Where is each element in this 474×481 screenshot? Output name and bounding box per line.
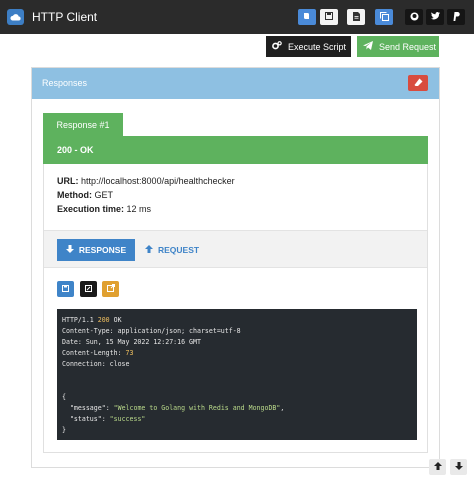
book-icon [303,12,311,22]
url-label: URL: [57,176,79,186]
status-text: OK [109,316,122,324]
file-button[interactable] [347,9,365,25]
execute-script-label: Execute Script [288,41,347,52]
scroll-up-button[interactable] [429,459,446,475]
response-code-block: HTTP/1.1 200 OK Content-Type: applicatio… [57,309,417,440]
responses-panel: Responses Response #1 200 - OK URL: http… [31,67,440,468]
view-tabs: RESPONSE REQUEST [44,230,427,268]
twitter-button[interactable] [426,9,444,25]
tab-response-label: RESPONSE [78,245,127,255]
arrow-down-icon [454,462,463,472]
file-icon [352,11,360,23]
code-status-line: HTTP/1.1 200 OK [62,315,412,326]
url-value: http://localhost:8000/api/healthchecker [81,176,235,186]
code-body-line: "message": "Welcome to Golang with Redis… [69,404,285,412]
json-value: "success" [109,415,146,423]
json-value: "Welcome to Golang with Redis and MongoD… [113,404,281,412]
header-value: 73 [121,349,134,357]
save-button[interactable] [320,9,338,25]
header-key: Date: [62,338,82,346]
send-request-button[interactable]: Send Request [357,36,439,57]
arrow-up-icon [433,462,442,472]
open-external-button[interactable] [102,281,119,297]
code-body-line: "status": "success" [69,415,146,423]
url-line: URL: http://localhost:8000/api/healthche… [57,176,235,186]
eraser-icon [414,78,423,88]
arrow-up-icon [145,245,153,255]
header-value: Sun, 15 May 2022 12:27:16 GMT [81,338,201,346]
method-line: Method: GET [57,190,113,200]
arrow-down-icon [65,245,74,255]
panel-header: Responses [32,68,439,99]
header-key: Connection: [62,360,106,368]
paper-plane-icon [363,41,373,52]
time-value: 12 ms [126,204,152,214]
code-header-line: Content-Type: application/json; charset=… [62,326,412,337]
edit-response-button[interactable] [80,281,97,297]
copy-icon [379,11,389,23]
json-key: "message" [69,404,106,412]
save-response-button[interactable] [57,281,74,297]
gears-icon [272,41,282,52]
code-body-close: } [62,426,66,434]
github-icon [410,12,419,23]
cloud-icon [7,9,24,25]
save-icon [62,284,69,294]
app-title: HTTP Client [32,10,98,24]
method-label: Method: [57,190,92,200]
tab-response[interactable]: RESPONSE [57,239,135,261]
execute-script-button[interactable]: Execute Script [266,36,351,57]
top-bar: HTTP Client [0,0,474,34]
method-value: GET [94,190,114,200]
clear-responses-button[interactable] [408,75,428,91]
paypal-button[interactable] [447,9,465,25]
scroll-down-button[interactable] [450,459,467,475]
save-icon [325,12,333,22]
header-value: application/json; charset=utf-8 [113,327,241,335]
time-label: Execution time: [57,204,125,214]
code-header-line: Date: Sun, 15 May 2022 12:27:16 GMT [62,337,412,348]
book-button[interactable] [298,9,316,25]
header-key: Content-Length: [62,349,122,357]
copy-button[interactable] [375,9,393,25]
header-value: close [105,360,130,368]
status-bar: 200 - OK [43,136,428,164]
json-key: "status" [69,415,102,423]
external-link-icon [106,284,115,294]
github-button[interactable] [405,9,423,25]
time-line: Execution time: 12 ms [57,204,151,214]
code-body-open: { [62,393,66,401]
twitter-icon [430,12,440,22]
tab-response-1[interactable]: Response #1 [43,113,123,136]
http-version: HTTP/1.1 [62,316,98,324]
send-request-label: Send Request [379,41,437,52]
header-key: Content-Type: [62,327,114,335]
response-details: URL: http://localhost:8000/api/healthche… [43,164,428,453]
tab-request[interactable]: REQUEST [145,239,199,261]
code-header-line: Connection: close [62,359,412,370]
edit-icon [85,284,92,294]
panel-title: Responses [42,78,88,88]
code-header-line: Content-Length: 73 [62,348,412,359]
status-code: 200 [97,316,110,324]
tab-request-label: REQUEST [158,245,200,255]
paypal-icon [453,11,460,23]
